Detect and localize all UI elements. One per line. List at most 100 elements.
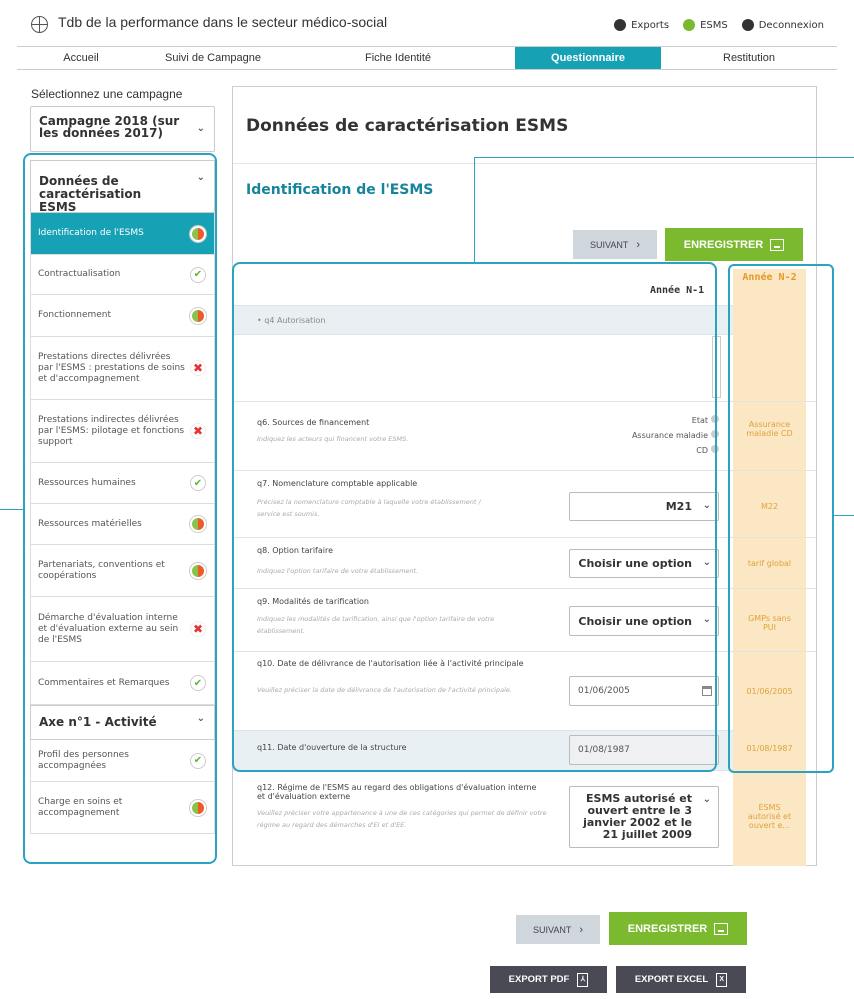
- q9-select[interactable]: Choisir une option ⌄: [569, 606, 719, 636]
- main-nav: Accueil Suivi de Campagne Fiche Identité…: [17, 46, 837, 70]
- q6-option-etat: Etat: [691, 416, 708, 425]
- q11-date-input: 01/08/1987: [569, 735, 719, 765]
- q9-title: q9. Modalités de tarification: [257, 597, 370, 606]
- chevron-down-icon: ⌄: [702, 499, 711, 511]
- next-button-label: SUIVANT: [589, 239, 629, 250]
- q10-date-value: 01/06/2005: [578, 686, 630, 696]
- calendar-icon[interactable]: [702, 686, 712, 696]
- exports-link[interactable]: Exports: [614, 19, 669, 31]
- footer-save-button[interactable]: ENREGISTRER: [609, 912, 747, 945]
- scrollbar[interactable]: [712, 336, 721, 398]
- q7-help: Précisez la nomenclature comptable à laq…: [257, 498, 481, 518]
- q6-option-assurance: Assurance maladie: [631, 431, 708, 440]
- status-partial-icon: [190, 799, 206, 816]
- menu-item-fonctionnement[interactable]: Fonctionnement: [30, 295, 215, 337]
- tab-suivi-campagne[interactable]: Suivi de Campagne: [145, 47, 281, 69]
- questionnaire-menu: Données de caractérisation ESMS ⌄ Identi…: [30, 160, 215, 834]
- exports-link-label: Exports: [631, 19, 670, 31]
- menu-item-label: Prestations directes délivrées par l'ESM…: [38, 351, 185, 384]
- chevron-down-icon: ⌄: [196, 123, 205, 134]
- question-group-label: • q4 Autorisation: [257, 316, 326, 325]
- q10-n2-value: 01/06/2005: [746, 687, 793, 696]
- menu-item-partenariats[interactable]: Partenariats, conventions et coopération…: [30, 545, 215, 597]
- menu-group-caracterisation[interactable]: Données de caractérisation ESMS ⌄: [30, 160, 215, 214]
- chevron-down-icon: ⌄: [702, 614, 711, 625]
- tab-accueil[interactable]: Accueil: [17, 47, 145, 69]
- menu-group-label: Axe n°1 - Activité: [39, 715, 157, 729]
- chevron-right-icon: ›: [579, 923, 583, 936]
- q6-checkboxes: [711, 415, 719, 460]
- q6-checkbox-assurance[interactable]: [711, 430, 719, 438]
- menu-group-activite[interactable]: Axe n°1 - Activité ⌄: [30, 705, 215, 740]
- menu-item-profil-personnes[interactable]: Profil des personnes accompagnées ✔: [30, 740, 215, 782]
- row-divider: [233, 588, 816, 589]
- save-button[interactable]: ENREGISTRER: [665, 228, 803, 261]
- q9-help: Indiquez les modalités de tarification, …: [257, 615, 495, 635]
- menu-item-contractualisation[interactable]: Contractualisation ✔: [30, 255, 215, 295]
- logout-link[interactable]: Deconnexion: [741, 19, 824, 31]
- q6-title: q6. Sources de financement: [257, 418, 370, 427]
- row-divider: [233, 651, 816, 652]
- status-error-icon: ✖: [190, 621, 206, 637]
- callout-connector: [0, 509, 23, 510]
- logout-icon: [741, 19, 754, 31]
- q6-option-cd: CD: [696, 446, 708, 455]
- export-pdf-label: EXPORT PDF: [508, 974, 570, 985]
- q8-title: q8. Option tarifaire: [257, 546, 334, 555]
- excel-file-icon: X: [716, 972, 728, 987]
- export-excel-button[interactable]: EXPORT EXCEL X: [616, 966, 746, 993]
- status-partial-icon: [190, 307, 206, 324]
- logout-link-label: Deconnexion: [758, 19, 824, 31]
- menu-item-prestations-indirectes[interactable]: Prestations indirectes délivrées par l'E…: [30, 400, 215, 463]
- q10-date-input[interactable]: 01/06/2005: [569, 676, 719, 706]
- callout-connector: [474, 157, 854, 158]
- q8-select[interactable]: Choisir une option ⌄: [569, 549, 719, 578]
- q6-checkbox-etat[interactable]: [711, 415, 719, 423]
- chevron-down-icon: ⌄: [702, 556, 711, 568]
- q7-select[interactable]: M21 ⌄: [569, 492, 719, 521]
- q9-n2-value: GMPs sans PUI: [748, 614, 791, 632]
- menu-item-label: Commentaires et Remarques: [38, 677, 170, 688]
- menu-item-label: Démarche d'évaluation interne et d'évalu…: [38, 612, 179, 645]
- app-title: Tdb de la performance dans le secteur mé…: [58, 14, 388, 30]
- menu-item-label: Charge en soins et accompagnement: [38, 796, 123, 818]
- row-divider: [233, 470, 816, 471]
- chevron-down-icon: ⌄: [702, 794, 711, 805]
- q11-n2-value: 01/08/1987: [746, 744, 793, 753]
- q11-title: q11. Date d'ouverture de la structure: [257, 743, 407, 752]
- menu-item-label: Identification de l'ESMS: [38, 228, 144, 238]
- esms-link[interactable]: ESMS: [683, 19, 728, 31]
- next-button[interactable]: SUIVANT ›: [573, 230, 657, 259]
- campaign-select[interactable]: Campagne 2018 (sur les données 2017) ⌄: [30, 106, 215, 152]
- q12-n2-value: ESMS autorisé et ouvert e...: [747, 803, 792, 830]
- export-pdf-button[interactable]: EXPORT PDF ⅄: [490, 966, 607, 993]
- q8-n2-value: tarif global: [747, 559, 792, 568]
- status-error-icon: ✖: [190, 423, 206, 439]
- menu-item-commentaires[interactable]: Commentaires et Remarques ✔: [30, 662, 215, 705]
- tab-restitution[interactable]: Restitution: [661, 47, 837, 69]
- footer-next-button[interactable]: SUIVANT ›: [516, 915, 600, 944]
- menu-item-evaluation[interactable]: Démarche d'évaluation interne et d'évalu…: [30, 597, 215, 662]
- campaign-select-label: Sélectionnez une campagne: [31, 87, 183, 101]
- menu-item-prestations-directes[interactable]: Prestations directes délivrées par l'ESM…: [30, 337, 215, 400]
- menu-item-label: Contractualisation: [38, 269, 121, 279]
- status-complete-icon: ✔: [190, 475, 206, 491]
- save-icon: [770, 238, 785, 251]
- menu-item-ressources-materielles[interactable]: Ressources matérielles: [30, 504, 215, 545]
- q12-select[interactable]: ESMS autorisé et ouvert entre le 3 janvi…: [569, 786, 719, 848]
- status-error-icon: ✖: [190, 360, 206, 376]
- chevron-down-icon: ⌄: [196, 713, 205, 724]
- menu-item-charge-soins[interactable]: Charge en soins et accompagnement: [30, 782, 215, 834]
- status-partial-icon: [190, 562, 206, 579]
- q7-title: q7. Nomenclature comptable applicable: [257, 479, 418, 488]
- q6-checkbox-cd[interactable]: [711, 445, 719, 453]
- menu-item-identification[interactable]: Identification de l'ESMS: [30, 213, 215, 255]
- tab-questionnaire[interactable]: Questionnaire: [515, 47, 661, 69]
- menu-item-label: Prestations indirectes délivrées par l'E…: [38, 414, 185, 447]
- menu-item-ressources-humaines[interactable]: Ressources humaines ✔: [30, 463, 215, 504]
- q10-help: Veuillez préciser la date de délivrance …: [257, 686, 512, 694]
- q7-select-value: M21: [665, 500, 692, 513]
- save-button-label: ENREGISTRER: [683, 238, 764, 251]
- column-header-n1: Année N-1: [650, 285, 705, 296]
- tab-fiche-identite[interactable]: Fiche Identité: [281, 47, 515, 69]
